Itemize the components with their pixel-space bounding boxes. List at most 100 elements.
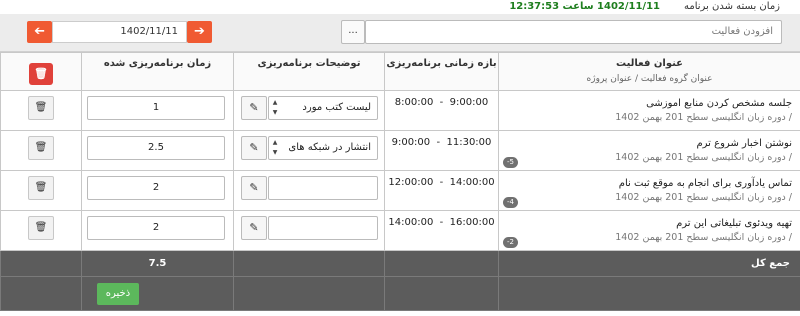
prev-date-button[interactable]: ➔ [27, 21, 52, 43]
table-row: نوشتن اخبار شروع ترم / دوره زبان انگلیسی… [0, 130, 800, 171]
activity-project: / دوره زبان انگلیسی سطح 201 بهمن 1402 [615, 152, 792, 163]
edit-description-button[interactable]: ✎ [241, 176, 267, 200]
description-input[interactable] [268, 216, 378, 240]
range-cell: 14:00:00 - 16:00:00 [384, 210, 499, 251]
scroll-arrows-icon[interactable]: ▲ ▼ [270, 138, 280, 158]
delete-cell: 🗑 [0, 210, 82, 251]
trash-icon: 🗑 [34, 222, 48, 233]
total-label: جمع کل [498, 250, 800, 277]
date-field[interactable]: 1402/11/11 [52, 21, 187, 43]
pencil-icon: ✎ [249, 181, 259, 194]
gap-badge: -4 [503, 197, 518, 208]
close-time-value: 1402/11/11 ساعت 12:37:53 [509, 1, 660, 12]
save-button[interactable]: ذخیره [97, 283, 139, 305]
trash-icon: 🗑 [34, 182, 48, 193]
range-start: 12:00:00 [388, 177, 434, 188]
delete-cell: 🗑 [0, 90, 82, 131]
edit-description-button[interactable]: ✎ [241, 216, 267, 240]
range-cell: 9:00:00 - 11:30:00 [384, 130, 499, 171]
duration-input[interactable]: 1 [87, 96, 225, 120]
footer-cell [233, 276, 385, 311]
gap-badge: -2 [503, 237, 518, 248]
activity-title: جلسه مشخص کردن منابع اموزشی [646, 98, 792, 109]
activity-project: / دوره زبان انگلیسی سطح 201 بهمن 1402 [615, 192, 792, 203]
description-cell: ✎ [233, 170, 385, 211]
description-input[interactable]: لیست کتب مورد ▲ ▼ [268, 96, 378, 120]
activity-project: / دوره زبان انگلیسی سطح 201 بهمن 1402 [615, 112, 792, 123]
arrow-right-icon: ➔ [194, 24, 205, 39]
delete-row-button[interactable]: 🗑 [28, 136, 54, 160]
column-activity-subtitle: عنوان گروه فعالیت / عنوان پروژه [586, 74, 713, 84]
footer-cell [498, 276, 800, 311]
duration-cell: 2 [81, 210, 234, 251]
pencil-icon: ✎ [249, 221, 259, 234]
column-header-delete: 🗑 [0, 52, 82, 91]
description-input[interactable]: انتشار در شبکه های ▲ ▼ [268, 136, 378, 160]
footer-cell [0, 276, 82, 311]
duration-input[interactable]: 2.5 [87, 136, 225, 160]
range-start: 14:00:00 [388, 217, 434, 228]
column-header-duration: زمان برنامه‌ریزی شده [81, 52, 234, 91]
table-row: تهیه ویدئوی تبلیغاتی این ترم / دوره زبان… [0, 210, 800, 251]
delete-all-button[interactable]: 🗑 [29, 63, 53, 85]
description-text: انتشار در شبکه های [288, 142, 371, 153]
delete-row-button[interactable]: 🗑 [28, 176, 54, 200]
duration-input[interactable]: 2 [87, 176, 225, 200]
range-start: 9:00:00 [391, 137, 431, 148]
description-text: لیست کتب مورد [302, 102, 371, 113]
activity-title: تماس یادآوری برای انجام به موقع ثبت نام [618, 178, 792, 189]
table-row: تماس یادآوری برای انجام به موقع ثبت نام … [0, 170, 800, 211]
delete-cell: 🗑 [0, 130, 82, 171]
duration-cell: 1 [81, 90, 234, 131]
description-cell: لیست کتب مورد ▲ ▼ ✎ [233, 90, 385, 131]
duration-input[interactable]: 2 [87, 216, 225, 240]
range-end: 9:00:00 [449, 97, 489, 108]
range-end: 14:00:00 [449, 177, 495, 188]
column-header-description: توضیحات برنامه‌ریزی [233, 52, 385, 91]
range-cell: 12:00:00 - 14:00:00 [384, 170, 499, 211]
activity-project: / دوره زبان انگلیسی سطح 201 بهمن 1402 [615, 232, 792, 243]
activity-cell: تهیه ویدئوی تبلیغاتی این ترم / دوره زبان… [498, 210, 800, 251]
edit-description-button[interactable]: ✎ [241, 136, 267, 160]
arrow-left-icon: ➔ [34, 24, 45, 39]
total-empty-cell [233, 250, 385, 277]
activity-cell: جلسه مشخص کردن منابع اموزشی / دوره زبان … [498, 90, 800, 131]
planning-table: عنوان فعالیت عنوان گروه فعالیت / عنوان پ… [0, 52, 800, 311]
activity-search-input[interactable]: افزودن فعالیت [365, 20, 782, 44]
total-empty-cell [0, 250, 82, 277]
pencil-icon: ✎ [249, 141, 259, 154]
edit-description-button[interactable]: ✎ [241, 96, 267, 120]
column-activity-title: عنوان فعالیت [616, 58, 683, 69]
activity-cell: تماس یادآوری برای انجام به موقع ثبت نام … [498, 170, 800, 211]
description-input[interactable] [268, 176, 378, 200]
next-date-button[interactable]: ➔ [187, 21, 212, 43]
trash-icon: 🗑 [34, 102, 48, 113]
close-time-label: زمان بسته شدن برنامه [683, 1, 780, 12]
description-cell: ✎ [233, 210, 385, 251]
duration-cell: 2 [81, 170, 234, 211]
range-end: 16:00:00 [449, 217, 495, 228]
browse-activity-button[interactable]: ... [341, 20, 365, 44]
scroll-arrows-icon[interactable]: ▲ ▼ [270, 98, 280, 118]
column-header-activity: عنوان فعالیت عنوان گروه فعالیت / عنوان پ… [498, 52, 800, 91]
activity-title: تهیه ویدئوی تبلیغاتی این ترم [676, 218, 792, 229]
total-value: 7.5 [81, 250, 234, 277]
range-cell: 8:00:00 - 9:00:00 [384, 90, 499, 131]
total-row: جمع کل 7.5 [0, 250, 800, 277]
trash-icon: 🗑 [34, 67, 48, 80]
range-start: 8:00:00 [394, 97, 434, 108]
pencil-icon: ✎ [249, 101, 259, 114]
total-empty-cell [384, 250, 499, 277]
gap-badge: -5 [503, 157, 518, 168]
activity-cell: نوشتن اخبار شروع ترم / دوره زبان انگلیسی… [498, 130, 800, 171]
trash-icon: 🗑 [34, 142, 48, 153]
column-header-range: بازه زمانی برنامه‌ریزی [384, 52, 499, 91]
delete-row-button[interactable]: 🗑 [28, 96, 54, 120]
table-row: جلسه مشخص کردن منابع اموزشی / دوره زبان … [0, 90, 800, 131]
footer-cell [384, 276, 499, 311]
range-end: 11:30:00 [446, 137, 492, 148]
header-bar: زمان بسته شدن برنامه 1402/11/11 ساعت 12:… [0, 0, 800, 14]
delete-row-button[interactable]: 🗑 [28, 216, 54, 240]
activity-title: نوشتن اخبار شروع ترم [696, 138, 792, 149]
delete-cell: 🗑 [0, 170, 82, 211]
